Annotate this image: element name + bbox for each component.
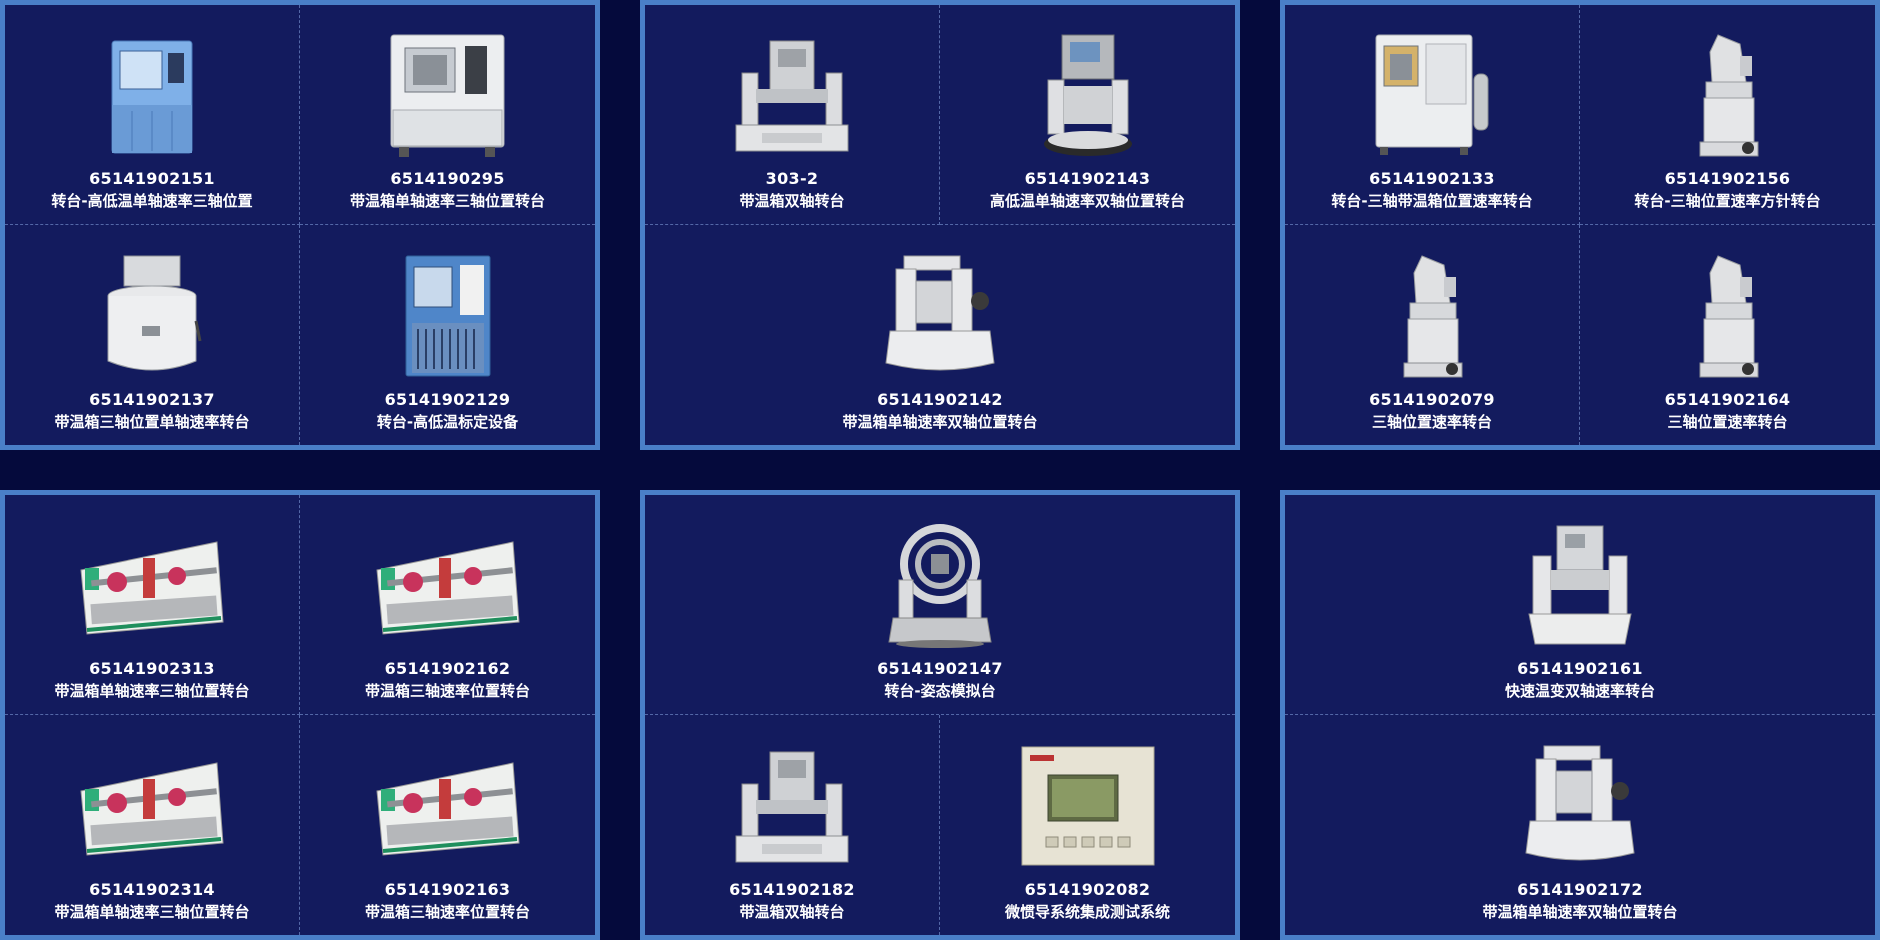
gimbal-simulator-icon (865, 520, 1015, 650)
product-name: 三轴位置速率转台 (1371, 413, 1492, 431)
product-code: 65141902156 (1664, 169, 1791, 188)
dual-axis-turntable-icon (1505, 520, 1655, 650)
product-card[interactable]: 65141902163 带温箱三轴速率位置转台 (300, 715, 595, 935)
product-card[interactable]: 65141902156 转台-三轴位置速率方针转台 (1580, 5, 1875, 225)
product-code: 65141902314 (89, 880, 215, 899)
product-code: 65141902142 (877, 390, 1003, 409)
product-card[interactable]: 65141902162 带温箱三轴速率位置转台 (300, 495, 595, 715)
product-code: 303-2 (765, 169, 819, 188)
yoke-turntable-icon (1505, 741, 1655, 871)
round-chamber-icon (77, 251, 227, 381)
product-name: 带温箱单轴速率三轴位置转台 (54, 903, 250, 921)
product-card[interactable]: 65141902147 转台-姿态模拟台 (645, 495, 1235, 715)
product-code: 65141902162 (384, 659, 511, 678)
slitting-machine-icon (373, 520, 523, 650)
climate-chamber-blue-icon (77, 30, 227, 160)
product-panel-3: 65141902133 转台-三轴带温箱位置速率转台 65141902156 转… (1280, 0, 1880, 450)
climate-chamber-white-icon (373, 30, 523, 160)
product-code: 6514190295 (390, 169, 505, 188)
product-code: 65141902137 (89, 390, 215, 409)
product-name: 快速温变双轴速率转台 (1504, 682, 1655, 700)
product-code: 65141902129 (384, 390, 511, 409)
yoke-turntable-icon (865, 251, 1015, 381)
product-panel-6: 65141902161 快速温变双轴速率转台 65141902172 带温箱单轴… (1280, 490, 1880, 940)
product-name: 转台-高低温单轴速率三轴位置 (51, 192, 253, 210)
climate-chamber-blue-icon (373, 251, 523, 381)
product-code: 65141902082 (1024, 880, 1151, 899)
product-code: 65141902164 (1664, 390, 1791, 409)
product-card[interactable]: 65141902161 快速温变双轴速率转台 (1285, 495, 1875, 715)
product-name: 微惯导系统集成测试系统 (1004, 903, 1170, 921)
product-card[interactable]: 65141902182 带温箱双轴转台 (645, 715, 940, 935)
product-code: 65141902151 (89, 169, 215, 188)
dual-axis-turntable-icon (717, 30, 867, 160)
product-name: 转台-三轴位置速率方针转台 (1634, 192, 1821, 210)
dual-axis-turntable-icon (717, 741, 867, 871)
product-name: 带温箱三轴速率位置转台 (364, 682, 530, 700)
control-unit-icon (1013, 741, 1163, 871)
product-card[interactable]: 65141902129 转台-高低温标定设备 (300, 225, 595, 445)
slitting-machine-icon (77, 741, 227, 871)
slitting-machine-icon (373, 741, 523, 871)
product-code: 65141902313 (89, 659, 215, 678)
product-name: 三轴位置速率转台 (1667, 413, 1788, 431)
tower-turntable-icon (1357, 251, 1507, 381)
product-name: 带温箱双轴转台 (739, 192, 845, 210)
product-panel-1: 65141902151 转台-高低温单轴速率三轴位置 6514190295 带温… (0, 0, 600, 450)
tower-turntable-icon (1653, 30, 1803, 160)
product-code: 65141902163 (384, 880, 511, 899)
product-name: 高低温单轴速率双轴位置转台 (989, 192, 1185, 210)
product-name: 带温箱单轴速率三轴位置转台 (349, 192, 545, 210)
product-card[interactable]: 65141902313 带温箱单轴速率三轴位置转台 (5, 495, 300, 715)
product-card[interactable]: 65141902172 带温箱单轴速率双轴位置转台 (1285, 715, 1875, 935)
climate-chamber-white-icon (1357, 30, 1507, 160)
product-card[interactable]: 6514190295 带温箱单轴速率三轴位置转台 (300, 5, 595, 225)
product-card[interactable]: 65141902142 带温箱单轴速率双轴位置转台 (645, 225, 1235, 445)
product-code: 65141902172 (1517, 880, 1643, 899)
product-name: 转台-三轴带温箱位置速率转台 (1331, 192, 1533, 210)
product-code: 65141902079 (1369, 390, 1495, 409)
product-card[interactable]: 65141902079 三轴位置速率转台 (1285, 225, 1580, 445)
product-card[interactable]: 65141902314 带温箱单轴速率三轴位置转台 (5, 715, 300, 935)
product-name: 转台-高低温标定设备 (376, 413, 519, 431)
product-card[interactable]: 65141902143 高低温单轴速率双轴位置转台 (940, 5, 1235, 225)
product-card[interactable]: 65141902133 转台-三轴带温箱位置速率转台 (1285, 5, 1580, 225)
product-card[interactable]: 65141902082 微惯导系统集成测试系统 (940, 715, 1235, 935)
product-name: 带温箱三轴位置单轴速率转台 (54, 413, 250, 431)
product-panel-5: 65141902147 转台-姿态模拟台 65141902182 带温箱双轴转台… (640, 490, 1240, 940)
product-panel-2: 303-2 带温箱双轴转台 65141902143 高低温单轴速率双轴位置转台 … (640, 0, 1240, 450)
product-code: 65141902161 (1517, 659, 1643, 678)
slitting-machine-icon (77, 520, 227, 650)
product-panel-4: 65141902313 带温箱单轴速率三轴位置转台 65141902162 带温… (0, 490, 600, 940)
product-code: 65141902143 (1024, 169, 1151, 188)
product-card[interactable]: 65141902164 三轴位置速率转台 (1580, 225, 1875, 445)
product-code: 65141902133 (1369, 169, 1495, 188)
product-code: 65141902182 (729, 880, 855, 899)
tower-turntable-icon (1653, 251, 1803, 381)
product-card[interactable]: 303-2 带温箱双轴转台 (645, 5, 940, 225)
product-name: 带温箱三轴速率位置转台 (364, 903, 530, 921)
product-code: 65141902147 (877, 659, 1003, 678)
product-name: 带温箱双轴转台 (739, 903, 845, 921)
product-name: 带温箱单轴速率双轴位置转台 (1482, 903, 1678, 921)
product-name: 带温箱单轴速率三轴位置转台 (54, 682, 250, 700)
product-card[interactable]: 65141902137 带温箱三轴位置单轴速率转台 (5, 225, 300, 445)
product-name: 转台-姿态模拟台 (884, 682, 996, 700)
product-name: 带温箱单轴速率双轴位置转台 (842, 413, 1038, 431)
product-card[interactable]: 65141902151 转台-高低温单轴速率三轴位置 (5, 5, 300, 225)
chamber-turntable-icon (1013, 30, 1163, 160)
